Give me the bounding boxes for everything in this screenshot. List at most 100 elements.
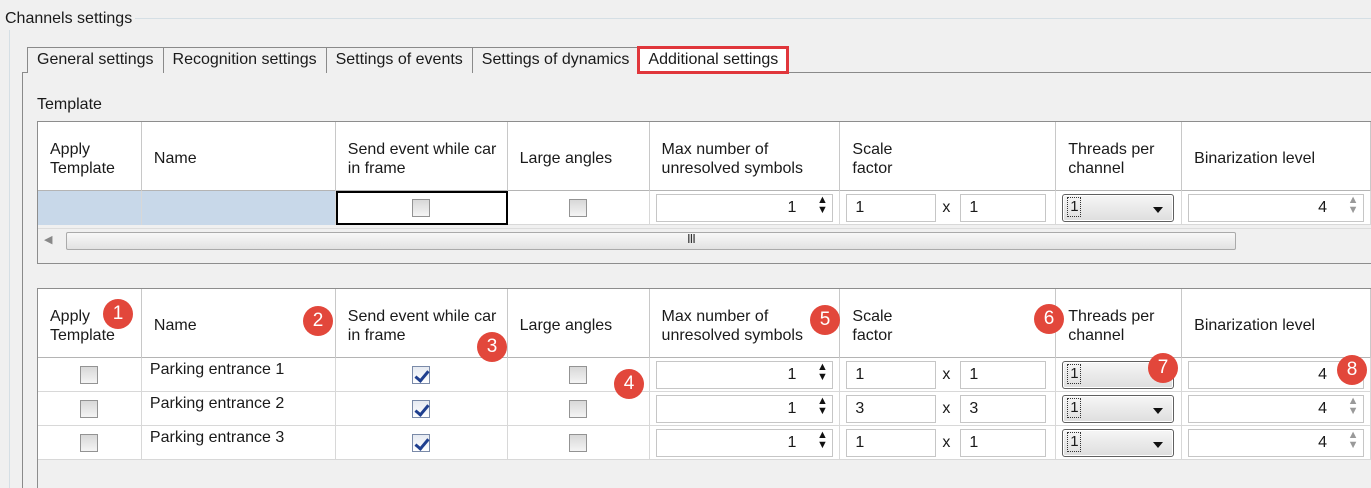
template-max-unresolved-cell[interactable]: 1 ▲ ▼ — [650, 191, 841, 225]
scrollbar-grip: III — [687, 231, 696, 246]
send-event-cell[interactable] — [336, 358, 508, 392]
channel-name-cell[interactable]: Parking entrance 2 — [142, 392, 336, 426]
threads-cell: 1 — [1056, 426, 1183, 460]
send-event-checkbox[interactable] — [412, 366, 431, 384]
scale-cell: 1 x 1 — [840, 426, 1057, 460]
tab-additional-settings[interactable]: Additional settings — [637, 46, 790, 74]
max-unresolved-input[interactable]: 1 — [655, 395, 834, 423]
callout-badge-1: 1 — [103, 299, 133, 329]
max-unresolved-input[interactable]: 1 — [655, 429, 834, 457]
table-row[interactable]: Parking entrance 3 1 ▲ ▼ 1 x 1 1 4 ▲ ▼ — [38, 426, 1371, 460]
tab-general-settings[interactable]: General settings — [27, 47, 164, 73]
spin-up-down-icon[interactable]: ▲▼ — [1346, 195, 1360, 217]
template-threads-cell: 1 — [1056, 191, 1183, 225]
template-binarization-cell[interactable]: 4 ▲ ▼ — [1182, 191, 1371, 225]
apply-template-checkbox[interactable] — [80, 400, 99, 418]
callout-badge-3: 3 — [477, 332, 507, 362]
large-angles-checkbox[interactable] — [569, 366, 588, 384]
col-scale-factor: Scale factor — [840, 289, 1057, 358]
spin-up-down-icon[interactable]: ▲▼ — [815, 396, 829, 418]
spin-up-down-icon[interactable]: ▲▼ — [815, 362, 829, 384]
col-apply-template: Apply Template — [38, 122, 142, 191]
large-angles-cell[interactable] — [508, 426, 650, 460]
callout-badge-5: 5 — [810, 305, 840, 335]
scale-x-input[interactable]: 1 — [846, 429, 937, 457]
max-unresolved-input[interactable]: 1 — [655, 361, 834, 389]
spin-up-down-icon[interactable]: ▲▼ — [815, 430, 829, 452]
group-title: Channels settings — [2, 8, 136, 30]
send-event-checkbox[interactable] — [412, 434, 431, 452]
spin-up-down-icon[interactable]: ▲▼ — [1346, 396, 1360, 418]
template-threads-dropdown[interactable]: 1 — [1062, 194, 1175, 222]
callout-badge-7: 7 — [1148, 353, 1178, 383]
callout-badge-2: 2 — [303, 306, 333, 336]
large-angles-checkbox[interactable] — [569, 434, 588, 452]
channel-name: Parking entrance 2 — [149, 395, 285, 412]
tab-bar: General settings Recognition settings Se… — [27, 46, 790, 74]
binarization-cell[interactable]: 4 ▲▼ — [1182, 392, 1371, 426]
scale-y-input[interactable]: 3 — [960, 395, 1047, 423]
template-threads-value: 1 — [1067, 197, 1082, 217]
binarization-input[interactable]: 4 — [1188, 395, 1365, 423]
group-border-left — [9, 22, 10, 488]
template-binarization-input[interactable]: 4 — [1188, 194, 1365, 222]
tab-settings-of-events[interactable]: Settings of events — [325, 47, 473, 73]
channel-name-cell[interactable]: Parking entrance 3 — [142, 426, 336, 460]
send-event-cell[interactable] — [336, 392, 508, 426]
callout-badge-8: 8 — [1337, 355, 1367, 385]
scrollbar-thumb[interactable]: III — [66, 231, 1236, 250]
col-threads: Threads per channel — [1056, 122, 1183, 191]
chevron-down-icon — [1153, 442, 1164, 448]
spin-up-down-icon[interactable]: ▲▼ — [1346, 430, 1360, 452]
apply-template-cell[interactable] — [38, 426, 142, 460]
template-scale-y-input[interactable]: 1 — [960, 194, 1047, 222]
binarization-cell[interactable]: 4 ▲▼ — [1182, 426, 1371, 460]
scale-cell: 3 x 3 — [840, 392, 1057, 426]
threads-value: 1 — [1067, 398, 1082, 418]
template-row: 1 ▲ ▼ 1 x 1 1 4 ▲ ▼ — [38, 191, 1371, 225]
apply-template-cell[interactable] — [38, 358, 142, 392]
chevron-down-icon — [1153, 207, 1164, 213]
send-event-cell[interactable] — [336, 426, 508, 460]
scale-y-input[interactable]: 1 — [960, 429, 1047, 457]
template-scale-x-input[interactable]: 1 — [846, 194, 937, 222]
max-unresolved-cell[interactable]: 1 ▲ ▼ — [650, 426, 841, 460]
scale-y-input[interactable]: 1 — [960, 361, 1047, 389]
spin-up-down-icon[interactable]: ▲▼ — [815, 195, 829, 217]
channel-name: Parking entrance 3 — [149, 429, 285, 446]
channels-grid-header: Apply Template Name Send event while car… — [38, 289, 1371, 358]
scale-x-input[interactable]: 1 — [846, 361, 937, 389]
channel-name-cell[interactable]: Parking entrance 1 — [142, 358, 336, 392]
scroll-left-arrow-icon[interactable]: ◀ — [44, 233, 52, 246]
template-large-angles-checkbox[interactable] — [569, 199, 588, 217]
scale-x-input[interactable]: 3 — [846, 395, 937, 423]
template-large-angles-cell[interactable] — [508, 191, 650, 225]
callout-badge-6: 6 — [1034, 304, 1064, 334]
scale-separator: x — [942, 400, 951, 417]
scale-separator: x — [942, 366, 951, 383]
send-event-checkbox[interactable] — [412, 400, 431, 418]
template-grid: Apply Template Name Send event while car… — [37, 121, 1371, 264]
max-unresolved-cell[interactable]: 1 ▲ ▼ — [650, 358, 841, 392]
threads-cell: 1 — [1056, 392, 1183, 426]
threads-value: 1 — [1067, 432, 1082, 452]
template-max-unresolved-input[interactable]: 1 — [655, 194, 834, 222]
template-horizontal-scrollbar[interactable]: ◀ III — [38, 228, 1371, 252]
threads-dropdown[interactable]: 1 — [1062, 395, 1175, 423]
template-send-event-cell[interactable] — [335, 191, 508, 225]
col-threads: Threads per channel — [1056, 289, 1183, 358]
threads-dropdown[interactable]: 1 — [1062, 429, 1175, 457]
col-scale-factor: Scale factor — [840, 122, 1057, 191]
max-unresolved-cell[interactable]: 1 ▲ ▼ — [650, 392, 841, 426]
tab-recognition-settings[interactable]: Recognition settings — [162, 47, 327, 73]
template-send-event-checkbox[interactable] — [412, 199, 431, 217]
tab-settings-of-dynamics[interactable]: Settings of dynamics — [471, 47, 640, 73]
template-apply-cell — [38, 191, 142, 225]
binarization-input[interactable]: 4 — [1188, 429, 1365, 457]
apply-template-checkbox[interactable] — [80, 366, 99, 384]
table-row[interactable]: Parking entrance 2 1 ▲ ▼ 3 x 3 1 4 ▲ ▼ — [38, 392, 1371, 426]
col-large-angles: Large angles — [508, 122, 650, 191]
large-angles-checkbox[interactable] — [569, 400, 588, 418]
apply-template-cell[interactable] — [38, 392, 142, 426]
apply-template-checkbox[interactable] — [80, 434, 99, 452]
